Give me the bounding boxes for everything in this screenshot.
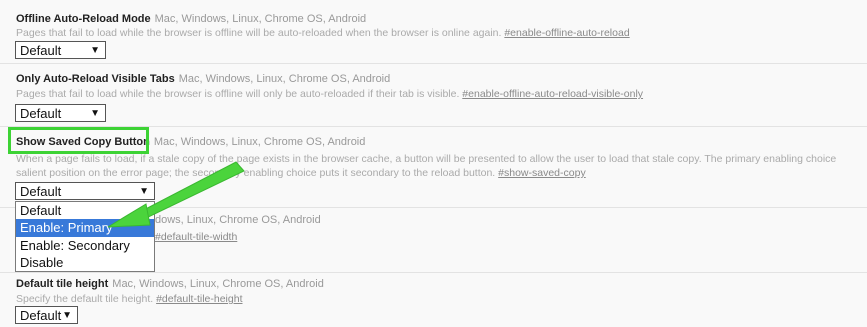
- experiment-description: Pages that fail to load while the browse…: [16, 88, 643, 100]
- description-text: salient position on the error page; the …: [16, 167, 499, 179]
- dropdown-arrow-icon: ▼: [62, 310, 72, 321]
- experiment-description-line2: salient position on the error page; the …: [16, 167, 586, 179]
- setting-select[interactable]: Default ▼: [15, 182, 155, 200]
- highlight-box: [8, 127, 149, 154]
- setting-select[interactable]: Default ▼: [15, 41, 106, 59]
- flag-link[interactable]: #show-saved-copy: [498, 167, 586, 179]
- platforms-text: dows, Linux, Chrome OS, Android: [155, 214, 321, 226]
- experiment-name: Only Auto-Reload Visible Tabs: [16, 73, 175, 85]
- flag-link[interactable]: #default-tile-width: [155, 231, 237, 243]
- experiment-title: Default tile height Mac, Windows, Linux, …: [16, 278, 324, 290]
- experiment-auto-reload-visible-tabs: Only Auto-Reload Visible Tabs Mac, Window…: [0, 64, 867, 127]
- experiment-platforms: Mac, Windows, Linux, Chrome OS, Android: [178, 73, 391, 85]
- setting-select[interactable]: Default ▼: [15, 306, 78, 324]
- dropdown-option-enable-secondary[interactable]: Enable: Secondary: [16, 237, 154, 254]
- flag-link[interactable]: #enable-offline-auto-reload: [504, 27, 629, 39]
- dropdown-arrow-icon: ▼: [90, 108, 100, 119]
- dropdown-arrow-icon: ▼: [90, 45, 100, 56]
- experiment-description: Specify the default tile height. #defaul…: [16, 293, 242, 305]
- dropdown-option-enable-primary[interactable]: Enable: Primary: [16, 219, 154, 237]
- experiment-platforms: Mac, Windows, Linux, Chrome OS, Android: [153, 136, 366, 148]
- dropdown-option-default[interactable]: Default: [16, 202, 154, 219]
- experiment-name: Default tile height: [16, 278, 109, 290]
- select-value: Default: [20, 184, 62, 199]
- experiment-offline-auto-reload: Offline Auto-Reload Mode Mac, Windows, Li…: [0, 0, 867, 64]
- flag-link[interactable]: #default-tile-height: [156, 293, 242, 305]
- experiment-platforms: dows, Linux, Chrome OS, Android: [155, 214, 321, 226]
- select-value: Default: [20, 43, 62, 58]
- experiment-description-line1: When a page fails to load, if a stale co…: [16, 153, 837, 165]
- experiment-title: Offline Auto-Reload Mode Mac, Windows, Li…: [16, 13, 366, 25]
- dropdown-option-disable[interactable]: Disable: [16, 254, 154, 271]
- setting-select[interactable]: Default ▼: [15, 104, 106, 122]
- experiment-title: Only Auto-Reload Visible Tabs Mac, Window…: [16, 73, 390, 85]
- select-value: Default: [20, 308, 62, 323]
- dropdown-arrow-icon: ▼: [139, 186, 149, 197]
- select-value: Default: [20, 106, 62, 121]
- description-text: Pages that fail to load while the browse…: [16, 88, 463, 100]
- dropdown-options-list[interactable]: Default Enable: Primary Enable: Secondar…: [15, 201, 155, 272]
- experiment-platforms: Mac, Windows, Linux, Chrome OS, Android: [112, 278, 324, 290]
- experiment-name: Offline Auto-Reload Mode: [16, 13, 151, 25]
- description-text: Pages that fail to load while the browse…: [16, 27, 505, 39]
- experiment-default-tile-height: Default tile height Mac, Windows, Linux, …: [0, 273, 867, 327]
- experiment-description: Pages that fail to load while the browse…: [16, 27, 630, 39]
- flag-link[interactable]: #enable-offline-auto-reload-visible-only: [462, 88, 643, 100]
- description-text: Specify the default tile height.: [16, 293, 157, 305]
- experiment-description: #default-tile-width: [155, 231, 237, 243]
- experiment-platforms: Mac, Windows, Linux, Chrome OS, Android: [154, 13, 367, 25]
